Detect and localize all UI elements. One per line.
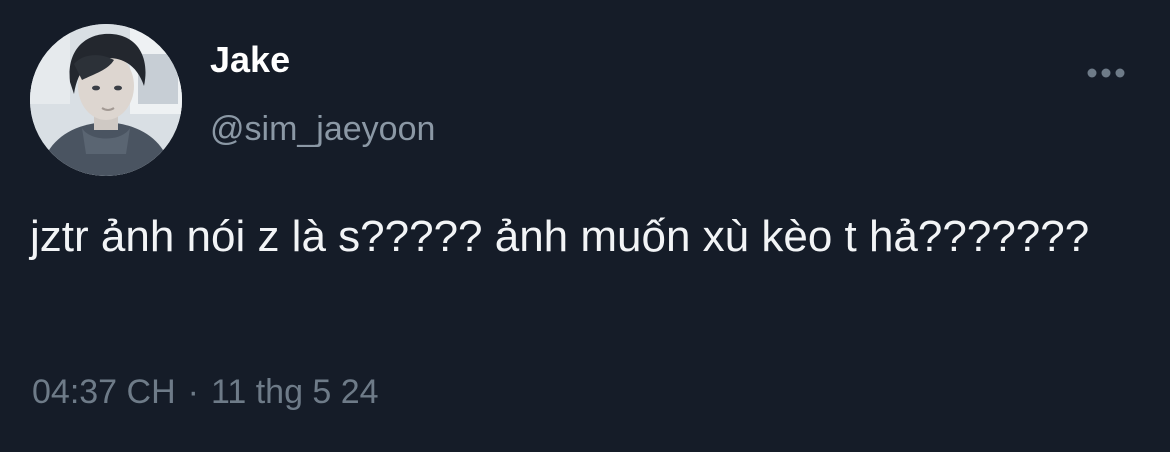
tweet-text: jztr ảnh nói z là s????? ảnh muốn xù kèo… (30, 212, 1090, 261)
meta-separator: · (187, 373, 199, 411)
tweet-metadata: 04:37 CH · 11 thg 5 24 (32, 370, 379, 414)
more-horizontal-icon (1087, 68, 1125, 78)
tweet-date[interactable]: 11 thg 5 24 (211, 373, 379, 411)
tweet-time[interactable]: 04:37 CH (32, 373, 176, 411)
author-display-name[interactable]: Jake (210, 38, 290, 82)
profile-photo-icon (30, 24, 182, 176)
author-handle[interactable]: @sim_jaeyoon (210, 108, 435, 150)
more-options-button[interactable] (1078, 56, 1134, 90)
avatar[interactable] (30, 24, 182, 176)
tweet-card: Jake @sim_jaeyoon jztr ảnh nói z là s???… (0, 0, 1170, 452)
